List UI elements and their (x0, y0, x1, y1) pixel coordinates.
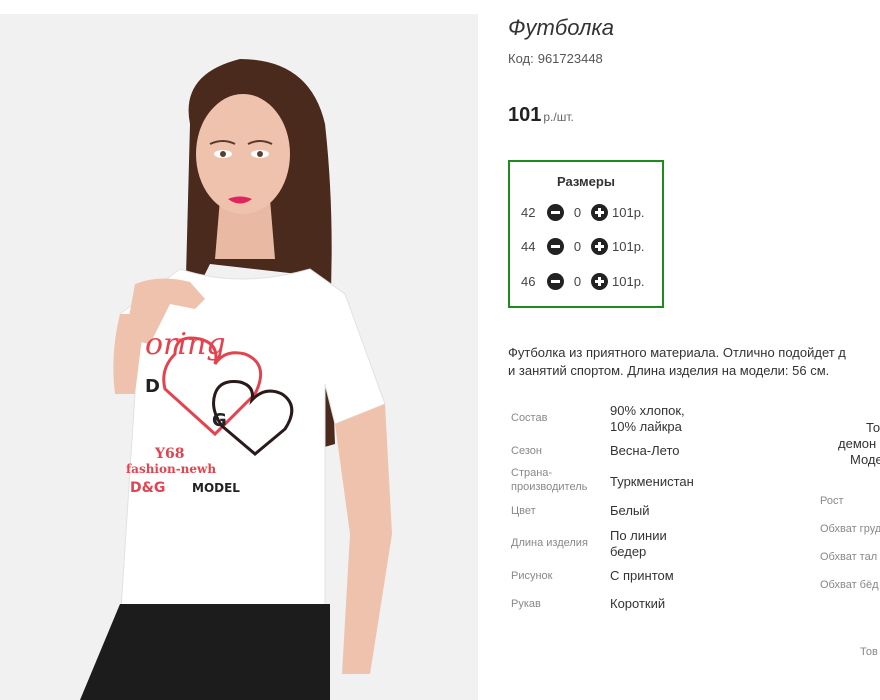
spec-value: 90% хлопок, (610, 403, 685, 418)
plus-icon[interactable] (591, 238, 608, 256)
model-param-label: Обхват тал (820, 551, 878, 563)
spec-label: Страна- (511, 467, 553, 479)
model-footer: Тов (860, 646, 878, 658)
plus-icon[interactable] (591, 203, 608, 221)
plus-icon[interactable] (591, 272, 608, 290)
spec-label: Сезон (511, 445, 542, 457)
model-heading: Моде (850, 452, 880, 467)
spec-label: Длина изделия (511, 537, 588, 549)
print-text-line1: oring (145, 327, 226, 362)
minus-icon[interactable] (547, 203, 564, 221)
price-value: 101 (508, 104, 542, 126)
model-param-label: Обхват бёд (820, 579, 879, 591)
model-heading: То (866, 420, 880, 435)
model-params: То демон Моде Рост Обхват груд Обхват та… (808, 0, 880, 700)
spec-value: бедер (610, 544, 647, 559)
print-text-line4: D&G (130, 480, 165, 496)
spec-value: 10% лайкра (610, 419, 682, 434)
print-text-line3: fashion-newh (126, 462, 216, 476)
spec-label: Рукав (511, 598, 541, 610)
size-label: 42 (521, 204, 536, 220)
print-text-line5: MODEL (192, 481, 240, 495)
spec-value: Туркменистан (610, 474, 694, 489)
minus-icon[interactable] (547, 238, 564, 256)
size-price: 101р. (612, 239, 645, 255)
product-title: Футболка (508, 15, 614, 40)
spec-value: Весна-Лето (610, 443, 680, 458)
size-price: 101р. (612, 273, 645, 289)
size-label: 46 (521, 273, 536, 289)
print-text-g: G (212, 410, 227, 431)
spec-value: Короткий (610, 596, 666, 611)
model-heading: демон (838, 436, 877, 451)
product-sku: Код: 961723448 (508, 51, 607, 66)
print-text-line2: Y68 (154, 446, 184, 462)
size-selector: Размеры 42 0 101р. 44 0 101р. 46 0 101р. (508, 160, 664, 308)
sku-value: 961723448 (537, 51, 603, 66)
size-row: 46 0 101р. (510, 264, 662, 299)
product-info: Футболка Код: 961723448 101 р./шт. Размеры… (508, 0, 880, 700)
sku-label: Код: (508, 51, 534, 66)
product-photo[interactable]: oring D G Y68 fashion-newh D&G MODEL (0, 14, 478, 700)
quantity-value: 0 (573, 204, 582, 220)
spec-label: Состав (511, 412, 548, 424)
spec-label: Рисунок (511, 570, 553, 582)
minus-icon[interactable] (547, 272, 564, 290)
spec-value: С принтом (610, 568, 674, 583)
print-text-d: D (145, 376, 160, 397)
size-row: 44 0 101р. (510, 230, 662, 265)
size-price: 101р. (612, 204, 645, 220)
quantity-value: 0 (573, 273, 582, 289)
model-param-label: Обхват груд (820, 523, 880, 535)
spec-label: производитель (511, 481, 588, 493)
size-row: 42 0 101р. (510, 195, 662, 230)
spec-value: Белый (610, 503, 650, 518)
product-price: 101 р./шт. (508, 104, 574, 127)
price-unit: р./шт. (543, 110, 574, 124)
sizes-title: Размеры (557, 174, 615, 189)
spec-label: Цвет (511, 505, 536, 517)
spec-value: По линии (610, 528, 667, 543)
model-param-label: Рост (820, 495, 844, 507)
quantity-value: 0 (573, 239, 582, 255)
size-label: 44 (521, 239, 536, 255)
product-photo-illustration: oring D G Y68 fashion-newh D&G MODEL (0, 14, 478, 700)
